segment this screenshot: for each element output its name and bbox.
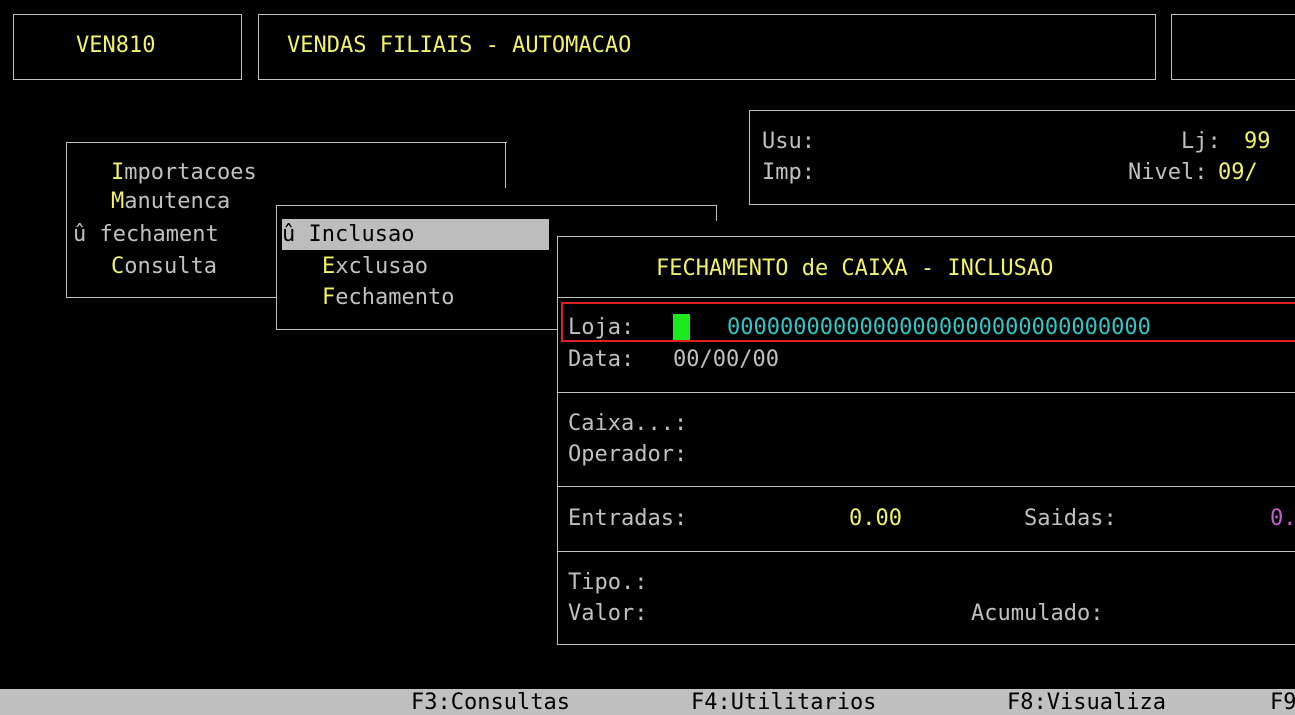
f9-key[interactable]: F9 <box>1270 689 1295 715</box>
main-menu-item-fechamento[interactable]: û fechament <box>73 219 219 250</box>
entradas-value: 0.00 <box>849 506 902 531</box>
level-value: 09/ <box>1218 160 1258 185</box>
saidas-label: Saidas: <box>1024 506 1117 531</box>
main-menu-item-importacoes[interactable]: Importacoes <box>111 157 257 188</box>
sub-menu-item-inclusao[interactable]: û Inclusao <box>282 219 549 250</box>
saidas-value: 0. <box>1270 506 1295 531</box>
level-label: Nivel: <box>1128 160 1208 185</box>
printer-label: Imp: <box>762 160 815 185</box>
main-menu-item-consulta[interactable]: Consulta <box>111 251 217 282</box>
selection-marker-icon: û <box>73 222 87 247</box>
f3-consultas-key[interactable]: F3:Consultas <box>411 689 570 715</box>
user-label: Usu: <box>762 129 815 154</box>
header-right-box <box>1171 14 1295 80</box>
sub-menu-item-fechamento[interactable]: Fechamento <box>322 282 454 313</box>
caixa-label: Caixa...: <box>568 411 688 436</box>
data-label: Data: <box>568 347 635 372</box>
main-menu-item-manutencao[interactable]: Manutenca <box>111 186 230 217</box>
sub-menu-item-exclusao[interactable]: Exclusao <box>322 251 428 282</box>
text-cursor <box>673 314 690 340</box>
f4-utilitarios-key[interactable]: F4:Utilitarios <box>691 689 876 715</box>
info-panel <box>749 110 1295 205</box>
program-title: VENDAS FILIAIS - AUTOMACAO <box>287 33 632 58</box>
form-title: FECHAMENTO de CAIXA - INCLUSAO <box>656 256 1054 281</box>
data-input[interactable]: 00/00/00 <box>673 344 779 375</box>
tipo-label: Tipo.: <box>568 570 648 595</box>
program-code: VEN810 <box>76 33 156 58</box>
valor-label: Valor: <box>568 601 648 626</box>
loja-input[interactable]: 00000000000000000000000000000000 <box>727 312 1151 343</box>
store-value: 99 <box>1244 129 1271 154</box>
f8-visualiza-key[interactable]: F8:Visualiza <box>1007 689 1166 715</box>
entradas-label: Entradas: <box>568 506 688 531</box>
function-key-bar: F3:Consultas F4:Utilitarios F8:Visualiza… <box>0 689 1295 715</box>
loja-label: Loja: <box>568 315 635 340</box>
operador-label: Operador: <box>568 442 688 467</box>
selection-marker-icon: û <box>282 222 296 247</box>
acumulado-label: Acumulado: <box>971 601 1104 626</box>
store-label: Lj: <box>1181 129 1221 154</box>
